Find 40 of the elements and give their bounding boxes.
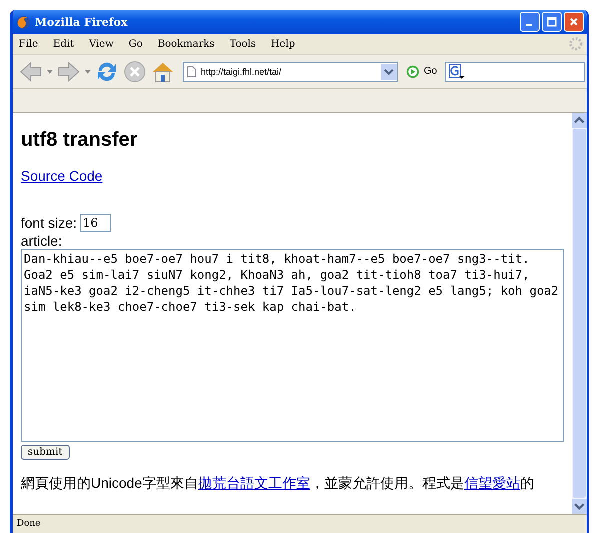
menu-item[interactable]: Bookmarks bbox=[158, 38, 215, 50]
menu-item[interactable]: View bbox=[89, 38, 114, 50]
address-field[interactable]: http://taigi.fhl.net/tai/ bbox=[183, 62, 398, 82]
go-button[interactable]: Go bbox=[424, 66, 438, 77]
submit-button[interactable]: submit bbox=[21, 445, 70, 460]
menu-item[interactable]: Help bbox=[271, 38, 296, 50]
throbber-icon bbox=[569, 37, 583, 51]
menu-item[interactable]: File bbox=[19, 38, 38, 50]
page-heading: utf8 transfer bbox=[21, 129, 139, 152]
credit-paragraph: 網頁使用的Unicode字型來自拋荒台語文工作室，並蒙允許使用。程式是信望愛站的 bbox=[21, 475, 536, 493]
dropdown-icon[interactable] bbox=[47, 70, 53, 74]
menu-item[interactable]: Tools bbox=[230, 38, 256, 50]
search-field[interactable] bbox=[445, 62, 585, 82]
window-title: Mozilla Firefox bbox=[35, 16, 129, 28]
menu-item[interactable]: Edit bbox=[53, 38, 74, 50]
go-arrow-icon[interactable] bbox=[406, 64, 420, 78]
dropdown-icon[interactable] bbox=[85, 70, 91, 74]
vertical-scrollbar[interactable] bbox=[572, 113, 587, 514]
stop-icon[interactable] bbox=[123, 60, 147, 84]
status-text: Done bbox=[17, 519, 41, 529]
forward-arrow-icon[interactable] bbox=[57, 60, 81, 84]
credit-link[interactable]: 拋荒台語文工作室 bbox=[198, 475, 310, 491]
search-engine-icon[interactable] bbox=[449, 64, 466, 80]
minimize-icon bbox=[526, 24, 532, 26]
article-label: article: bbox=[21, 233, 64, 249]
menu-item[interactable]: Go bbox=[128, 38, 143, 50]
minimize-button[interactable] bbox=[520, 12, 540, 32]
back-arrow-icon[interactable] bbox=[19, 60, 43, 84]
font-size-label: font size: bbox=[21, 215, 78, 231]
maximize-icon bbox=[547, 17, 557, 27]
close-button[interactable] bbox=[564, 12, 584, 32]
firefox-logo-icon bbox=[16, 14, 31, 30]
font-size-field[interactable]: 16 bbox=[80, 214, 112, 232]
credit-link[interactable]: 信望愛站 bbox=[464, 475, 520, 491]
maximize-button[interactable] bbox=[542, 12, 562, 32]
page-icon bbox=[187, 66, 197, 78]
source-code-link[interactable]: Source Code bbox=[21, 168, 103, 184]
dropdown-icon[interactable] bbox=[381, 64, 397, 80]
article-textarea[interactable]: Dan-khiau--e5 boe7-oe7 hou7 i tit8, khoat-ham7--e5 boe7-oe7 sng3--tit. Goa2 e5 sim-lai7 siuN7 kong2, KhoaN3 ah, goa2 tit-tioh8 toa7 ti3-hui7, iaN5-ke3 goa2 i2-cheng5 it-chhe3 ti7 Ia5-lou7-sat-leng2 e5 lang5; koh goa2 sim lek8-ke3 choe7-choe7 ti3-sek kap chai-bat. bbox=[21, 249, 564, 442]
close-icon bbox=[569, 17, 579, 27]
